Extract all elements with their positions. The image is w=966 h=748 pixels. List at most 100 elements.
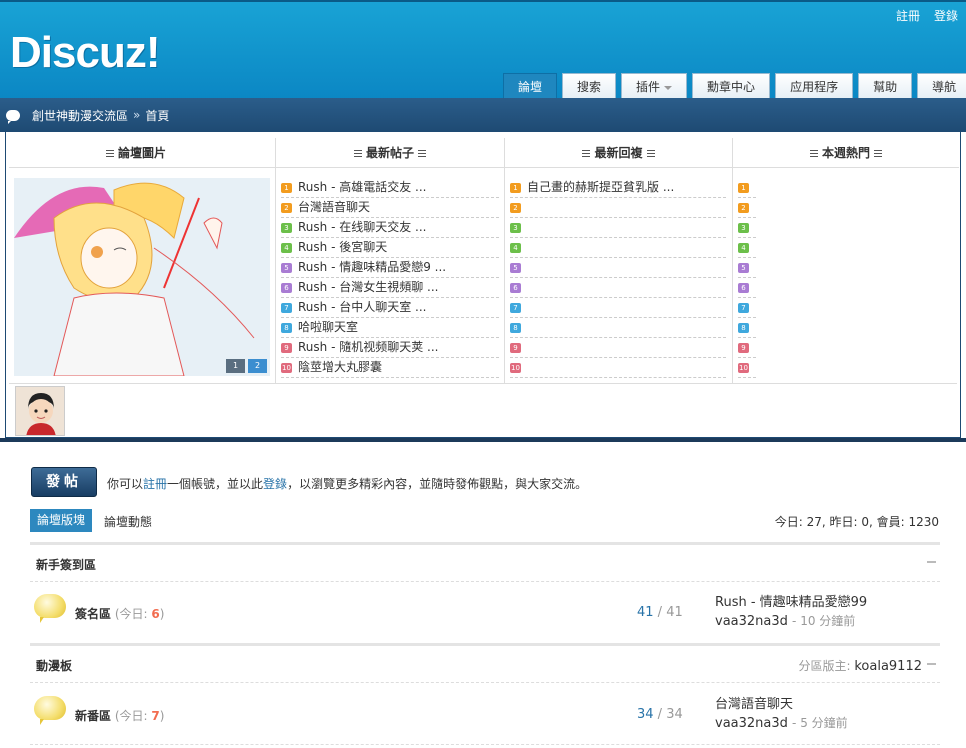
breadcrumb-site[interactable]: 創世神動漫交流區 [32, 107, 128, 124]
list-item[interactable]: 7 Rush - 台中人聊天室 ... [281, 298, 499, 318]
tab-forum-activity[interactable]: 論壇動態 [104, 513, 152, 530]
menu-icon [418, 150, 426, 157]
last-post-title[interactable]: 台灣語音聊天 [715, 695, 848, 714]
list-item[interactable]: 9 Rush - 隨机视频聊天荚 ... [281, 338, 499, 358]
list-item-title: 自己畫的赫斯提亞貧乳版 ... [527, 180, 675, 194]
forum-counts: 34 / 34 [637, 707, 683, 722]
rank-badge-icon: 6 [281, 282, 292, 293]
list-item[interactable]: 3 Rush - 在线聊天交友 ... [281, 218, 499, 238]
rank-badge-icon: 2 [281, 202, 292, 213]
list-item[interactable]: 10 陰莖增大丸膠囊 [281, 358, 499, 378]
invite-register-link[interactable]: 註冊 [143, 477, 167, 491]
list-item: 3 [510, 218, 726, 238]
list-item[interactable]: 5 Rush - 情趣味精品愛戀9 ... [281, 258, 499, 278]
invite-login-link[interactable]: 登錄 [263, 477, 287, 491]
chevron-down-icon [664, 85, 673, 90]
site-logo[interactable]: Discuz! [10, 28, 160, 78]
group-title[interactable]: 動漫板 [36, 657, 72, 674]
nav-tab-search[interactable]: 搜索 [562, 73, 617, 100]
rank-badge-icon: 2 [510, 202, 521, 213]
list-item-title: 台灣語音聊天 [298, 200, 371, 214]
list-item: 2 [738, 198, 756, 218]
list-item[interactable]: 2 台灣語音聊天 [281, 198, 499, 218]
list-item: 4 [738, 238, 756, 258]
divider [30, 744, 940, 745]
forum-name[interactable]: 簽名區 [75, 607, 111, 621]
register-invite: 你可以註冊一個帳號，並以此登錄，以瀏覽更多精彩內容，並隨時發佈觀點，與大家交流。 [107, 477, 588, 491]
group-moderators: 分區版主: koala9112 [798, 659, 922, 674]
forum-counts: 41 / 41 [637, 605, 683, 620]
register-link[interactable]: 註冊 [896, 7, 920, 24]
image-slider[interactable]: 1 2 [14, 178, 270, 376]
column-divider [732, 138, 733, 384]
user-avatar-image [16, 387, 64, 435]
rank-badge-icon: 10 [281, 362, 292, 373]
col-header-images: 論壇圖片 [9, 138, 275, 168]
list-item-title: Rush - 情趣味精品愛戀9 ... [298, 260, 447, 274]
list-item[interactable]: 1 自己畫的赫斯提亞貧乳版 ... [510, 178, 726, 198]
breadcrumb-current[interactable]: 首頁 [145, 107, 169, 124]
nav-tab-help[interactable]: 幫助 [858, 73, 913, 100]
col-header-latest-replies: 最新回複 [505, 138, 732, 168]
rank-badge-icon: 6 [738, 282, 749, 293]
menu-icon [353, 150, 362, 157]
tab-forum-sections[interactable]: 論壇版塊 [30, 509, 93, 532]
list-item[interactable]: 8 哈啦聊天室 [281, 318, 499, 338]
last-post-user[interactable]: vaa32na3d [715, 716, 788, 731]
group-title[interactable]: 新手簽到區 [36, 556, 96, 573]
list-item: 10 [738, 358, 756, 378]
avatar[interactable] [15, 386, 65, 436]
nav-tab-navigation[interactable]: 導航 [917, 73, 966, 100]
last-post-user[interactable]: vaa32na3d [715, 614, 788, 629]
forum-name[interactable]: 新番區 [75, 709, 111, 723]
list-item-title: Rush - 台中人聊天室 ... [298, 300, 427, 314]
site-header: Discuz! 註冊 登錄 論壇 搜索 插件 勳章中心 应用程序 幫助 導航 [0, 0, 966, 100]
login-link[interactable]: 登錄 [934, 7, 958, 24]
list-item: 10 [510, 358, 726, 378]
list-item: 9 [510, 338, 726, 358]
new-post-button[interactable]: 發帖 [31, 467, 97, 497]
column-divider [504, 138, 505, 384]
list-item-title: Rush - 隨机视频聊天荚 ... [298, 340, 439, 354]
list-item[interactable]: 4 Rush - 後宮聊天 [281, 238, 499, 258]
slider-page-2-button[interactable]: 2 [248, 359, 267, 373]
rank-badge-icon: 1 [281, 182, 292, 193]
rank-badge-icon: 10 [738, 362, 749, 373]
moderator-link[interactable]: koala9112 [854, 659, 922, 674]
top-links: 註冊 登錄 [896, 7, 958, 24]
nav-tab-medals[interactable]: 勳章中心 [692, 73, 771, 100]
list-item[interactable]: 1 Rush - 高雄電話交友 ... [281, 178, 499, 198]
divider [30, 682, 940, 683]
section-divider [0, 438, 966, 442]
list-item[interactable]: 6 Rush - 台灣女生視頻聊 ... [281, 278, 499, 298]
collapse-icon[interactable] [927, 561, 936, 563]
breadcrumb-separator: » [133, 108, 141, 122]
forum-last-post: 台灣語音聊天 vaa32na3d - 5 分鐘前 [715, 695, 848, 733]
col-header-latest-posts: 最新帖子 [276, 138, 504, 168]
portal-block: 論壇圖片 最新帖子 最新回複 本週熱門 1 2 1 Rush - 高雄電話交友 .… [5, 132, 961, 438]
weekly-hot-list: 1 2 3 4 5 6 7 8 9 10 [738, 178, 756, 378]
rank-badge-icon: 3 [738, 222, 749, 233]
rank-badge-icon: 7 [510, 302, 521, 313]
list-item: 7 [738, 298, 756, 318]
nav-tab-plugins[interactable]: 插件 [621, 73, 688, 100]
nav-tab-forum[interactable]: 論壇 [503, 73, 558, 100]
rank-badge-icon: 3 [281, 222, 292, 233]
list-item-title: Rush - 後宮聊天 [298, 240, 388, 254]
slider-page-1-button[interactable]: 1 [226, 359, 245, 373]
rank-badge-icon: 9 [510, 342, 521, 353]
main-nav: 論壇 搜索 插件 勳章中心 应用程序 幫助 導航 [503, 73, 966, 100]
rank-badge-icon: 4 [281, 242, 292, 253]
last-post-title[interactable]: Rush - 情趣味精品愛戀99 [715, 593, 867, 612]
nav-tab-apps[interactable]: 应用程序 [775, 73, 854, 100]
collapse-icon[interactable] [927, 663, 936, 665]
list-item: 2 [510, 198, 726, 218]
list-item: 8 [738, 318, 756, 338]
rank-badge-icon: 5 [281, 262, 292, 273]
rank-badge-icon: 2 [738, 202, 749, 213]
anime-artwork-image [14, 178, 270, 376]
rank-badge-icon: 8 [281, 322, 292, 333]
list-item: 8 [510, 318, 726, 338]
forum-status-icon [34, 696, 66, 725]
list-item: 6 [510, 278, 726, 298]
